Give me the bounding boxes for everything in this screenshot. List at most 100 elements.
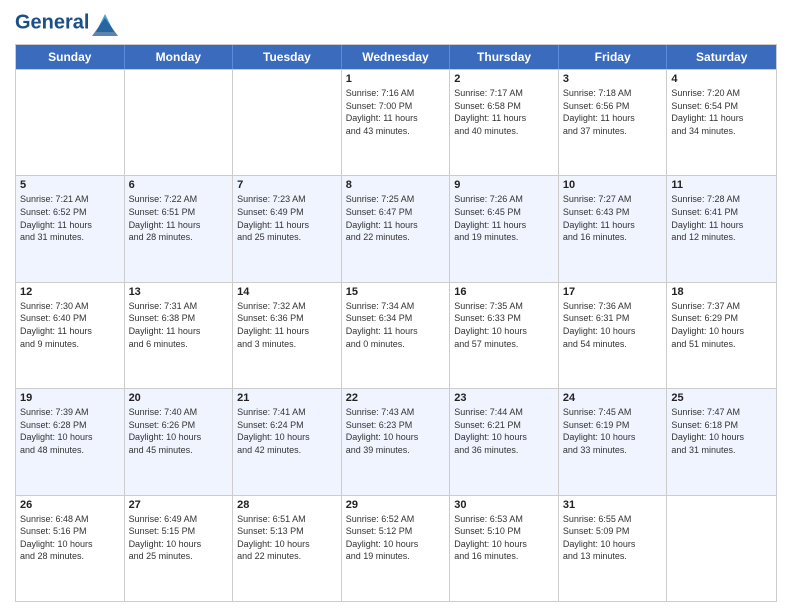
day-number: 28 [237, 499, 337, 511]
header-cell-wednesday: Wednesday [342, 45, 451, 69]
day-info: Sunrise: 7:43 AM Sunset: 6:23 PM Dayligh… [346, 406, 446, 456]
day-info: Sunrise: 6:52 AM Sunset: 5:12 PM Dayligh… [346, 513, 446, 563]
day-cell-23: 23Sunrise: 7:44 AM Sunset: 6:21 PM Dayli… [450, 389, 559, 494]
day-info: Sunrise: 7:25 AM Sunset: 6:47 PM Dayligh… [346, 193, 446, 243]
day-number: 20 [129, 392, 229, 404]
day-number: 6 [129, 179, 229, 191]
day-number: 1 [346, 73, 446, 85]
header-cell-thursday: Thursday [450, 45, 559, 69]
day-number: 4 [671, 73, 772, 85]
day-number: 17 [563, 286, 663, 298]
day-info: Sunrise: 7:41 AM Sunset: 6:24 PM Dayligh… [237, 406, 337, 456]
day-cell-12: 12 Sunrise: 7:30 AM Sunset: 6:40 PM Dayli… [16, 283, 125, 388]
calendar-row: 1 Sunrise: 7:16 AM Sunset: 7:00 PM Daylig… [16, 69, 776, 175]
day-number: 21 [237, 392, 337, 404]
day-cell-5: 5 Sunrise: 7:21 AM Sunset: 6:52 PM Daylig… [16, 176, 125, 281]
day-info: Sunrise: 7:28 AM Sunset: 6:41 PM Dayligh… [671, 193, 772, 243]
day-number: 14 [237, 286, 337, 298]
day-info: Sunrise: 7:17 AM Sunset: 6:58 PM Dayligh… [454, 87, 554, 137]
day-number: 22 [346, 392, 446, 404]
day-number: 24 [563, 392, 663, 404]
day-cell-1: 1 Sunrise: 7:16 AM Sunset: 7:00 PM Daylig… [342, 70, 451, 175]
day-number: 26 [20, 499, 120, 511]
page: General SundayMondayTuesdayWednesdayThur… [0, 0, 792, 612]
day-number: 10 [563, 179, 663, 191]
day-cell-30: 30 Sunrise: 6:53 AM Sunset: 5:10 PM Dayli… [450, 496, 559, 601]
day-info: Sunrise: 7:37 AM Sunset: 6:29 PM Dayligh… [671, 300, 772, 350]
day-number: 9 [454, 179, 554, 191]
day-cell-14: 14 Sunrise: 7:32 AM Sunset: 6:36 PM Dayli… [233, 283, 342, 388]
calendar-row: 26 Sunrise: 6:48 AM Sunset: 5:16 PM Dayli… [16, 495, 776, 601]
calendar: SundayMondayTuesdayWednesdayThursdayFrid… [15, 44, 777, 602]
day-info: Sunrise: 7:22 AM Sunset: 6:51 PM Dayligh… [129, 193, 229, 243]
day-cell-28: 28 Sunrise: 6:51 AM Sunset: 5:13 PM Dayli… [233, 496, 342, 601]
day-cell-13: 13 Sunrise: 7:31 AM Sunset: 6:38 PM Dayli… [125, 283, 234, 388]
day-cell-27: 27Sunrise: 6:49 AM Sunset: 5:15 PM Dayli… [125, 496, 234, 601]
calendar-body: 1 Sunrise: 7:16 AM Sunset: 7:00 PM Daylig… [16, 69, 776, 601]
day-info: Sunrise: 7:30 AM Sunset: 6:40 PM Dayligh… [20, 300, 120, 350]
day-cell-22: 22 Sunrise: 7:43 AM Sunset: 6:23 PM Dayli… [342, 389, 451, 494]
day-info: Sunrise: 7:20 AM Sunset: 6:54 PM Dayligh… [671, 87, 772, 137]
day-number: 13 [129, 286, 229, 298]
day-info: Sunrise: 7:23 AM Sunset: 6:49 PM Dayligh… [237, 193, 337, 243]
day-cell-17: 17 Sunrise: 7:36 AM Sunset: 6:31 PM Dayli… [559, 283, 668, 388]
day-cell-3: 3 Sunrise: 7:18 AM Sunset: 6:56 PM Daylig… [559, 70, 668, 175]
header-cell-tuesday: Tuesday [233, 45, 342, 69]
header-cell-friday: Friday [559, 45, 668, 69]
header-cell-monday: Monday [125, 45, 234, 69]
day-cell-25: 25 Sunrise: 7:47 AM Sunset: 6:18 PM Dayli… [667, 389, 776, 494]
day-cell-18: 18 Sunrise: 7:37 AM Sunset: 6:29 PM Dayli… [667, 283, 776, 388]
day-cell-19: 19Sunrise: 7:39 AM Sunset: 6:28 PM Dayli… [16, 389, 125, 494]
day-number: 31 [563, 499, 663, 511]
day-number: 2 [454, 73, 554, 85]
day-number: 16 [454, 286, 554, 298]
header: General [15, 10, 777, 36]
day-cell-4: 4 Sunrise: 7:20 AM Sunset: 6:54 PM Daylig… [667, 70, 776, 175]
day-number: 3 [563, 73, 663, 85]
header-cell-sunday: Sunday [16, 45, 125, 69]
day-info: Sunrise: 7:47 AM Sunset: 6:18 PM Dayligh… [671, 406, 772, 456]
day-number: 19 [20, 392, 120, 404]
day-info: Sunrise: 7:18 AM Sunset: 6:56 PM Dayligh… [563, 87, 663, 137]
day-number: 25 [671, 392, 772, 404]
day-info: Sunrise: 6:48 AM Sunset: 5:16 PM Dayligh… [20, 513, 120, 563]
day-cell-24: 24 Sunrise: 7:45 AM Sunset: 6:19 PM Dayli… [559, 389, 668, 494]
day-cell-16: 16Sunrise: 7:35 AM Sunset: 6:33 PM Dayli… [450, 283, 559, 388]
empty-cell [667, 496, 776, 601]
day-number: 15 [346, 286, 446, 298]
day-info: Sunrise: 7:27 AM Sunset: 6:43 PM Dayligh… [563, 193, 663, 243]
day-info: Sunrise: 6:51 AM Sunset: 5:13 PM Dayligh… [237, 513, 337, 563]
logo: General [15, 10, 118, 36]
day-info: Sunrise: 7:16 AM Sunset: 7:00 PM Dayligh… [346, 87, 446, 137]
day-info: Sunrise: 7:36 AM Sunset: 6:31 PM Dayligh… [563, 300, 663, 350]
day-info: Sunrise: 7:32 AM Sunset: 6:36 PM Dayligh… [237, 300, 337, 350]
day-number: 29 [346, 499, 446, 511]
day-number: 5 [20, 179, 120, 191]
day-cell-9: 9 Sunrise: 7:26 AM Sunset: 6:45 PM Daylig… [450, 176, 559, 281]
day-info: Sunrise: 6:53 AM Sunset: 5:10 PM Dayligh… [454, 513, 554, 563]
day-info: Sunrise: 7:34 AM Sunset: 6:34 PM Dayligh… [346, 300, 446, 350]
day-cell-10: 10 Sunrise: 7:27 AM Sunset: 6:43 PM Dayli… [559, 176, 668, 281]
day-number: 12 [20, 286, 120, 298]
day-number: 30 [454, 499, 554, 511]
day-info: Sunrise: 6:55 AM Sunset: 5:09 PM Dayligh… [563, 513, 663, 563]
calendar-row: 19Sunrise: 7:39 AM Sunset: 6:28 PM Dayli… [16, 388, 776, 494]
day-info: Sunrise: 6:49 AM Sunset: 5:15 PM Dayligh… [129, 513, 229, 563]
header-cell-saturday: Saturday [667, 45, 776, 69]
calendar-row: 5 Sunrise: 7:21 AM Sunset: 6:52 PM Daylig… [16, 175, 776, 281]
empty-cell [16, 70, 125, 175]
day-info: Sunrise: 7:26 AM Sunset: 6:45 PM Dayligh… [454, 193, 554, 243]
day-number: 11 [671, 179, 772, 191]
day-cell-7: 7Sunrise: 7:23 AM Sunset: 6:49 PM Daylig… [233, 176, 342, 281]
day-info: Sunrise: 7:31 AM Sunset: 6:38 PM Dayligh… [129, 300, 229, 350]
day-cell-15: 15 Sunrise: 7:34 AM Sunset: 6:34 PM Dayli… [342, 283, 451, 388]
day-cell-20: 20Sunrise: 7:40 AM Sunset: 6:26 PM Dayli… [125, 389, 234, 494]
day-info: Sunrise: 7:44 AM Sunset: 6:21 PM Dayligh… [454, 406, 554, 456]
day-cell-2: 2 Sunrise: 7:17 AM Sunset: 6:58 PM Daylig… [450, 70, 559, 175]
day-number: 18 [671, 286, 772, 298]
day-number: 8 [346, 179, 446, 191]
day-info: Sunrise: 7:45 AM Sunset: 6:19 PM Dayligh… [563, 406, 663, 456]
day-info: Sunrise: 7:21 AM Sunset: 6:52 PM Dayligh… [20, 193, 120, 243]
logo-text: General [15, 10, 118, 36]
day-cell-8: 8 Sunrise: 7:25 AM Sunset: 6:47 PM Daylig… [342, 176, 451, 281]
